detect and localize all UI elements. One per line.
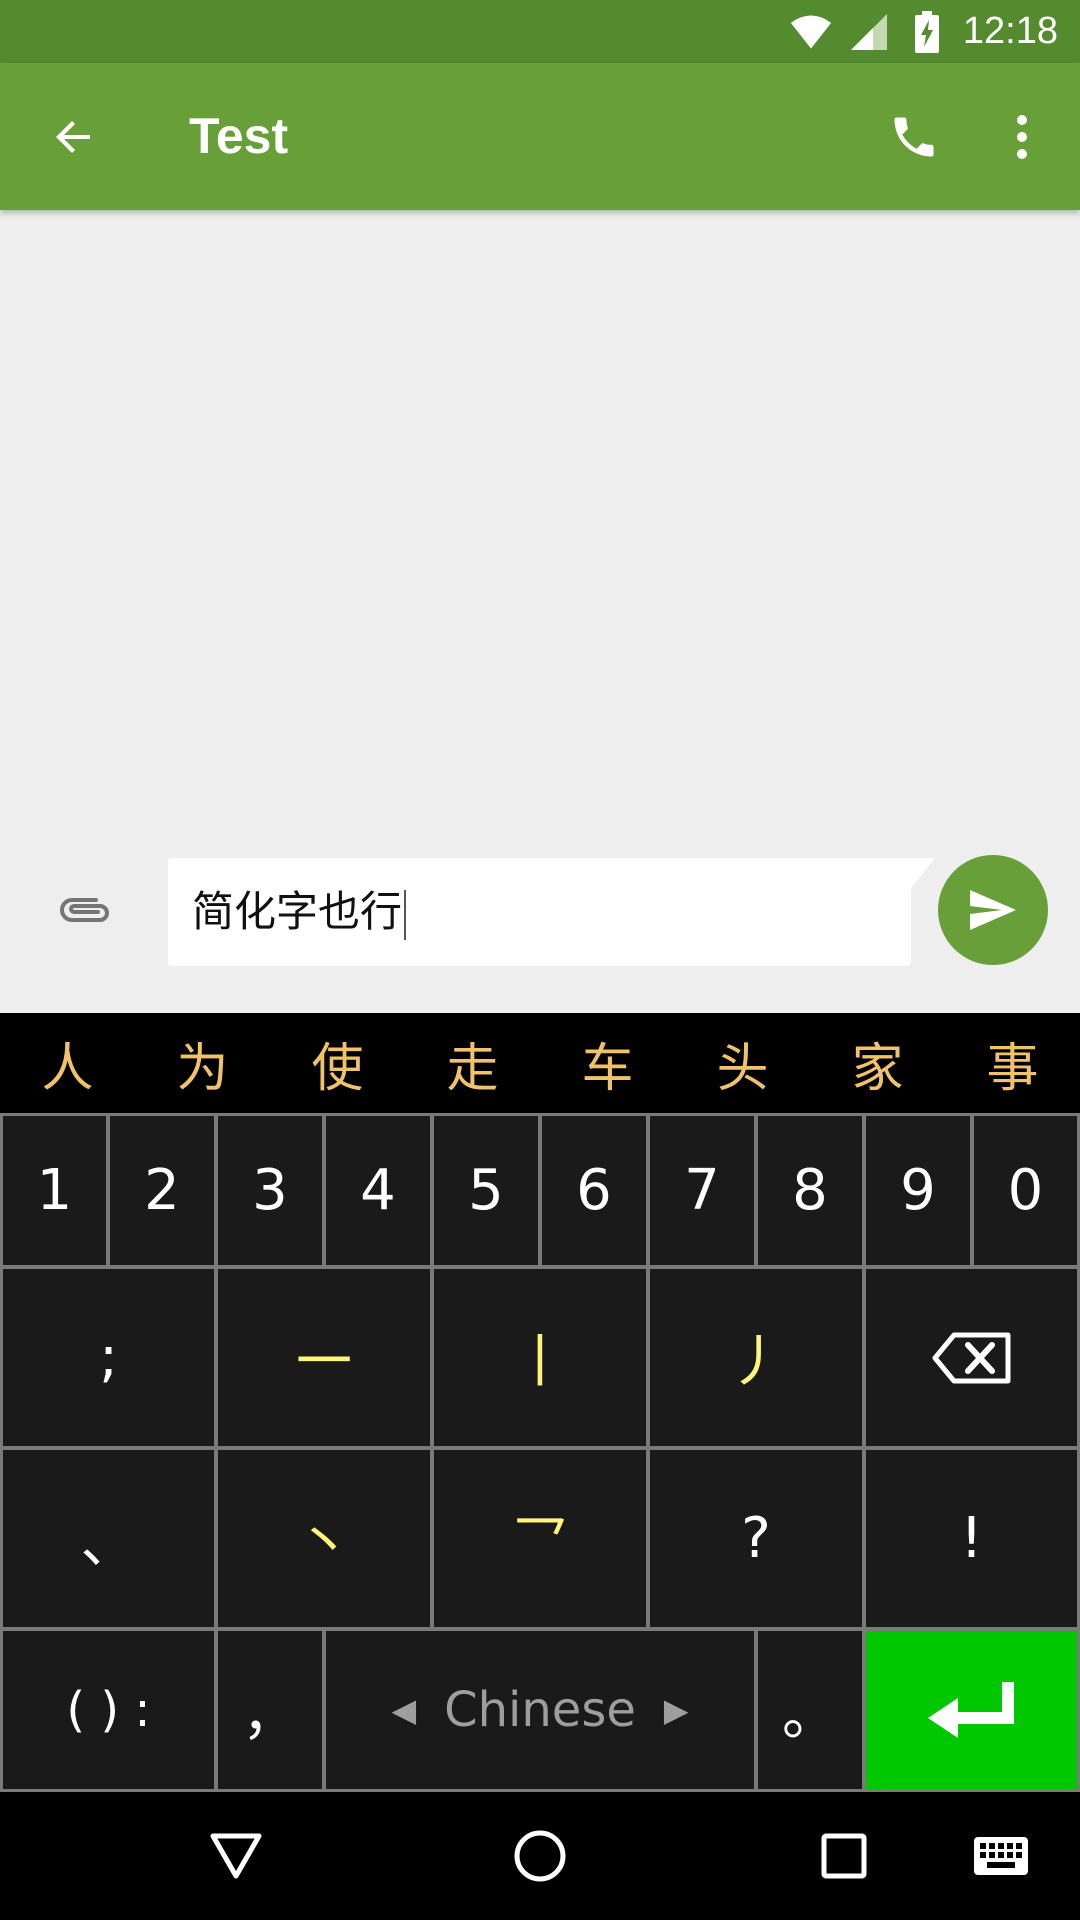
language-prev-icon: ◀ (391, 1691, 417, 1729)
back-triangle-icon (210, 1833, 262, 1879)
candidate-key[interactable]: 车 (540, 1013, 675, 1113)
candidate-key[interactable]: 家 (810, 1013, 945, 1113)
paperclip-icon (60, 898, 109, 922)
candidate-key[interactable]: 事 (945, 1013, 1080, 1113)
phone-icon (894, 117, 934, 157)
enter-icon (927, 1682, 1014, 1738)
candidate-key[interactable]: 为 (135, 1013, 270, 1113)
key-1[interactable]: 1 (0, 1113, 109, 1268)
recents-square-icon (821, 1833, 867, 1879)
key-question[interactable]: ? (647, 1447, 865, 1630)
candidate-key[interactable]: 走 (405, 1013, 540, 1113)
key-7[interactable]: 7 (647, 1113, 757, 1268)
key-enumeration-comma[interactable]: 、 (0, 1447, 217, 1630)
nav-home-button[interactable] (500, 1816, 580, 1896)
language-next-icon: ▶ (663, 1691, 689, 1729)
message-input[interactable]: 简化字也行 (168, 858, 911, 966)
key-stroke-dot[interactable]: 丶 (215, 1447, 433, 1630)
text-caret (404, 889, 407, 940)
candidate-key[interactable]: 人 (0, 1013, 135, 1113)
key-9[interactable]: 9 (863, 1113, 973, 1268)
navigation-bar (0, 1792, 1080, 1920)
more-vert-icon (1017, 115, 1027, 159)
key-stroke-left-falling[interactable]: 丿 (647, 1266, 865, 1449)
signal-icon (847, 10, 891, 54)
key-period[interactable]: 。 (755, 1628, 865, 1792)
chinese-stroke-keyboard: 人 为 使 走 车 头 家 事 1 2 3 4 5 6 7 8 9 0 ; 一 … (0, 1013, 1080, 1792)
key-5[interactable]: 5 (431, 1113, 541, 1268)
key-stroke-vertical[interactable]: 丨 (431, 1266, 649, 1449)
send-button[interactable] (938, 855, 1048, 965)
back-button[interactable] (40, 103, 108, 171)
key-stroke-turning[interactable]: 乛 (431, 1447, 649, 1630)
key-3[interactable]: 3 (215, 1113, 325, 1268)
key-paren-colon[interactable]: ( ) : (0, 1628, 217, 1792)
space-key[interactable]: ◀ Chinese ▶ (323, 1628, 757, 1792)
conversation-title: Test (189, 108, 289, 164)
wifi-icon (789, 10, 833, 54)
enter-key[interactable] (863, 1628, 1080, 1792)
attach-button[interactable] (50, 880, 120, 940)
key-2[interactable]: 2 (107, 1113, 217, 1268)
candidate-bar: 人 为 使 走 车 头 家 事 (0, 1013, 1080, 1113)
key-stroke-horizontal[interactable]: 一 (215, 1266, 433, 1449)
nav-keyboard-switch-button[interactable] (961, 1816, 1041, 1896)
backspace-key[interactable] (863, 1266, 1080, 1449)
key-comma[interactable]: ， (215, 1628, 325, 1792)
home-circle-icon (514, 1830, 566, 1882)
app-bar: Test (0, 63, 1080, 210)
battery-charging-icon (905, 10, 949, 54)
status-icons: 12:18 (789, 0, 1058, 63)
status-time: 12:18 (962, 10, 1058, 52)
status-bar: 12:18 (0, 0, 1080, 63)
more-options-button[interactable] (1000, 103, 1044, 171)
send-icon (970, 890, 1016, 930)
candidate-key[interactable]: 使 (270, 1013, 405, 1113)
key-6[interactable]: 6 (539, 1113, 649, 1268)
key-semicolon[interactable]: ; (0, 1266, 217, 1449)
message-text[interactable]: 简化字也行 (192, 882, 407, 942)
compose-bubble-tail (905, 858, 935, 896)
call-button[interactable] (880, 103, 948, 171)
back-arrow-icon (56, 121, 90, 153)
key-8[interactable]: 8 (755, 1113, 865, 1268)
key-exclamation[interactable]: ! (863, 1447, 1080, 1630)
space-key-label: Chinese (444, 1682, 636, 1738)
key-0[interactable]: 0 (971, 1113, 1080, 1268)
candidate-key[interactable]: 头 (675, 1013, 810, 1113)
keyboard-icon (974, 1837, 1028, 1875)
nav-back-button[interactable] (196, 1816, 276, 1896)
nav-recents-button[interactable] (804, 1816, 884, 1896)
backspace-icon (932, 1332, 1010, 1383)
key-4[interactable]: 4 (323, 1113, 433, 1268)
